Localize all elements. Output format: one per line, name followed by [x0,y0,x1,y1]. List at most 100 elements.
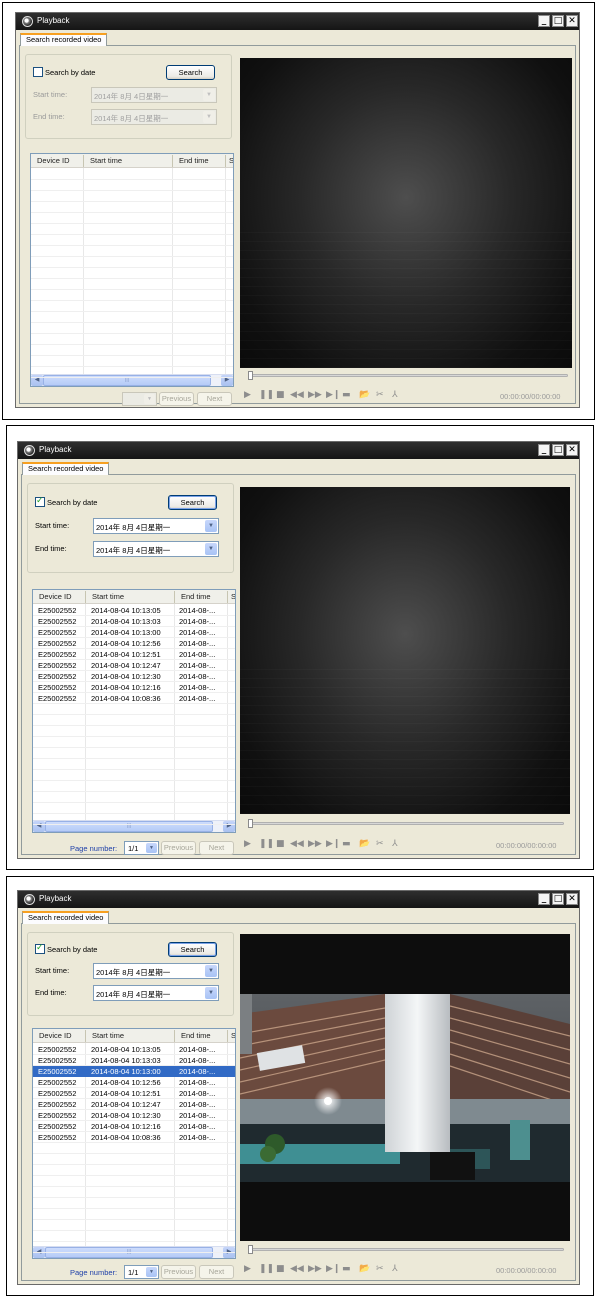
table-row[interactable]: E25002552 2014-08-04 10:12:16 2014-08-... [33,682,235,693]
seek-bar[interactable] [248,371,568,380]
horizontal-scrollbar[interactable]: ◀ ||| ▶ [31,374,233,386]
chevron-down-icon[interactable]: ▼ [146,1267,157,1277]
snapshot-icon[interactable]: ▬ [342,839,351,849]
tab-search-recorded-video[interactable]: Search recorded video [22,462,110,475]
stop-icon[interactable]: ■ [276,390,285,400]
end-time-picker[interactable]: 2014年 8月 4日星期一 ▼ [91,109,217,125]
column-s[interactable]: S [229,156,233,165]
scissors-icon[interactable]: ✂ [376,390,384,400]
chevron-down-icon[interactable]: ▼ [205,987,217,999]
table-row[interactable]: E25002552 2014-08-04 10:13:03 2014-08-... [33,616,235,627]
table-row[interactable]: E25002552 2014-08-04 10:12:47 2014-08-... [33,1099,235,1110]
table-row[interactable]: E25002552 2014-08-04 10:08:36 2014-08-... [33,1132,235,1143]
column-device-id[interactable]: Device ID [39,1031,72,1040]
column-end-time[interactable]: End time [181,1031,211,1040]
table-row[interactable]: E25002552 2014-08-04 10:12:56 2014-08-... [33,1077,235,1088]
record-list[interactable]: Device ID Start time End time S ◀ ||| ▶ … [32,589,236,833]
next-button[interactable]: Next [197,392,232,406]
tool-icon[interactable]: ⅄ [392,839,398,849]
maximize-button[interactable]: □ [552,444,564,456]
fast-forward-icon[interactable]: ▶▶ [308,390,322,400]
scissors-icon[interactable]: ✂ [376,839,384,849]
column-s[interactable]: S [231,1031,235,1040]
scroll-right-icon[interactable]: ▶ [223,821,235,832]
tab-search-recorded-video[interactable]: Search recorded video [20,33,108,46]
column-s[interactable]: S [231,592,235,601]
search-by-date-checkbox[interactable] [35,496,45,507]
next-frame-icon[interactable]: ▶❙ [326,1264,340,1274]
column-device-id[interactable]: Device ID [37,156,70,165]
video-player[interactable] [240,487,570,814]
pause-icon[interactable]: ❚❚ [259,390,274,400]
page-number-select[interactable]: ▼ [122,392,157,406]
table-row[interactable]: E25002552 2014-08-04 10:13:00 2014-08-... [33,627,235,638]
seek-handle[interactable] [248,819,253,828]
scroll-left-icon[interactable]: ◀ [33,821,45,832]
search-button[interactable]: Search [168,495,217,510]
snapshot-icon[interactable]: ▬ [342,390,351,400]
table-row[interactable]: E25002552 2014-08-04 10:12:16 2014-08-... [33,1121,235,1132]
chevron-down-icon[interactable]: ▼ [203,89,215,101]
title-bar[interactable]: Playback _ □ ✕ [16,13,579,30]
page-number-select[interactable]: 1/1 ▼ [124,1265,159,1279]
next-button[interactable]: Next [199,1265,234,1279]
column-device-id[interactable]: Device ID [39,592,72,601]
record-list[interactable]: Device ID Start time End time S ◀ ||| ▶ [30,153,234,387]
previous-button[interactable]: Previous [159,392,194,406]
column-end-time[interactable]: End time [181,592,211,601]
rewind-icon[interactable]: ◀◀ [290,839,304,849]
column-start-time[interactable]: Start time [90,156,122,165]
horizontal-scrollbar[interactable]: ◀ ||| ▶ [33,820,235,832]
previous-button[interactable]: Previous [161,841,196,855]
start-time-picker[interactable]: 2014年 8月 4日星期一 ▼ [93,963,219,979]
title-bar[interactable]: Playback _ □ ✕ [18,891,579,908]
table-row[interactable]: E25002552 2014-08-04 10:12:30 2014-08-... [33,671,235,682]
seek-bar[interactable] [248,1245,564,1254]
column-start-time[interactable]: Start time [92,592,124,601]
column-start-time[interactable]: Start time [92,1031,124,1040]
open-folder-icon[interactable]: 📂 [359,839,370,849]
close-button[interactable]: ✕ [566,444,578,456]
table-row[interactable]: E25002552 2014-08-04 10:13:03 2014-08-... [33,1055,235,1066]
search-button[interactable]: Search [168,942,217,957]
table-row[interactable]: E25002552 2014-08-04 10:12:56 2014-08-... [33,638,235,649]
open-folder-icon[interactable]: 📂 [359,390,370,400]
chevron-down-icon[interactable]: ▼ [203,111,215,123]
chevron-down-icon[interactable]: ▼ [205,543,217,555]
table-row[interactable]: E25002552 2014-08-04 10:12:30 2014-08-... [33,1110,235,1121]
video-player[interactable] [240,58,572,368]
table-row[interactable]: E25002552 2014-08-04 10:08:36 2014-08-... [33,693,235,704]
seek-handle[interactable] [248,1245,253,1254]
rewind-icon[interactable]: ◀◀ [290,1264,304,1274]
table-row[interactable]: E25002552 2014-08-04 10:12:47 2014-08-... [33,660,235,671]
column-end-time[interactable]: End time [179,156,209,165]
tool-icon[interactable]: ⅄ [392,390,398,400]
maximize-button[interactable]: □ [552,15,564,27]
end-time-picker[interactable]: 2014年 8月 4日星期一 ▼ [93,541,219,557]
minimize-button[interactable]: _ [538,444,550,456]
previous-button[interactable]: Previous [161,1265,196,1279]
end-time-picker[interactable]: 2014年 8月 4日星期一 ▼ [93,985,219,1001]
seek-handle[interactable] [248,371,253,380]
search-by-date-checkbox[interactable] [33,67,43,77]
search-by-date-checkbox[interactable] [35,943,45,954]
tab-search-recorded-video[interactable]: Search recorded video [22,911,110,924]
start-time-picker[interactable]: 2014年 8月 4日星期一 ▼ [93,518,219,534]
scissors-icon[interactable]: ✂ [376,1264,384,1274]
table-row[interactable]: E25002552 2014-08-04 10:13:05 2014-08-... [33,605,235,616]
fast-forward-icon[interactable]: ▶▶ [308,1264,322,1274]
close-button[interactable]: ✕ [566,15,578,27]
title-bar[interactable]: Playback _ □ ✕ [18,442,579,459]
next-frame-icon[interactable]: ▶❙ [326,839,340,849]
scroll-thumb[interactable]: ||| [45,821,213,832]
next-frame-icon[interactable]: ▶❙ [326,390,340,400]
minimize-button[interactable]: _ [538,893,550,905]
next-button[interactable]: Next [199,841,234,855]
chevron-down-icon[interactable]: ▼ [146,843,157,853]
chevron-down-icon[interactable]: ▼ [205,965,217,977]
tool-icon[interactable]: ⅄ [392,1264,398,1274]
search-button[interactable]: Search [166,65,215,80]
record-list[interactable]: Device ID Start time End time S ◀ ||| ▶ … [32,1028,236,1259]
table-row[interactable]: E25002552 2014-08-04 10:13:05 2014-08-... [33,1044,235,1055]
table-row[interactable]: E25002552 2014-08-04 10:12:51 2014-08-... [33,1088,235,1099]
